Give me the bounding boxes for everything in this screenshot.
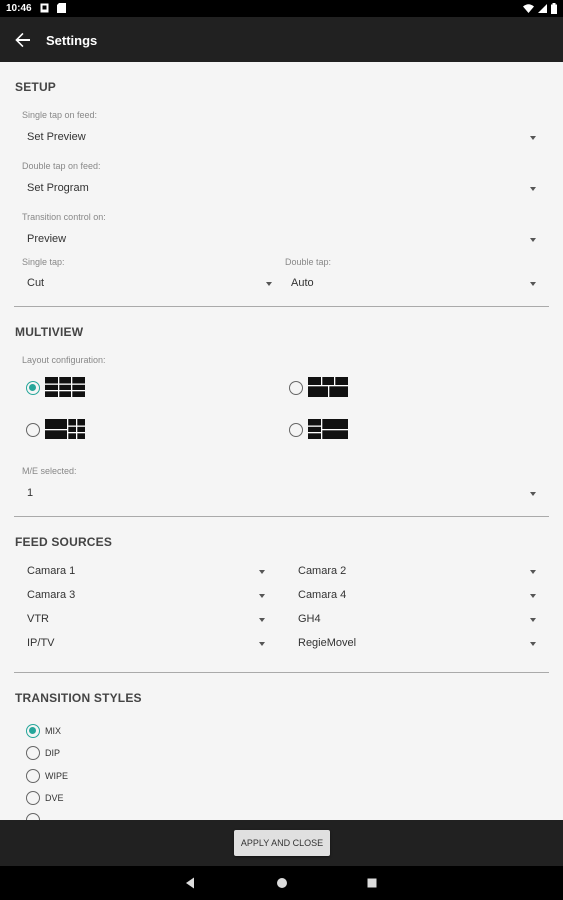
double-tap-label: Double tap on feed: (22, 161, 101, 171)
double-tap-dropdown[interactable]: Set Program (27, 179, 536, 199)
dropdown-arrow-icon (530, 187, 536, 191)
feed-source-4-dropdown[interactable]: Camara 4 (298, 586, 536, 606)
layout-configuration-label: Layout configuration: (22, 355, 106, 365)
status-bar: 10:46 (0, 0, 563, 17)
bottom-action-bar: APPLY AND CLOSE (0, 820, 563, 866)
transition-control-label: Transition control on: (22, 212, 106, 222)
transition-next-radio[interactable] (26, 813, 40, 820)
dropdown-arrow-icon (530, 618, 536, 622)
feed-source-3-dropdown[interactable]: Camara 3 (27, 586, 265, 606)
single-tap-dropdown[interactable]: Set Preview (27, 128, 536, 148)
nav-recents-icon[interactable] (365, 876, 379, 890)
dropdown-arrow-icon (530, 642, 536, 646)
layout-2-grid-icon (308, 377, 348, 397)
layout-4-grid-icon (308, 419, 348, 439)
double-tap-action-label: Double tap: (285, 257, 332, 267)
dropdown-arrow-icon (266, 282, 272, 286)
dropdown-arrow-icon (530, 594, 536, 598)
transition-wipe-label[interactable]: WIPE (45, 771, 68, 781)
dropdown-arrow-icon (530, 238, 536, 242)
section-title-feed-sources: FEED SOURCES (15, 535, 113, 549)
section-divider (14, 516, 549, 517)
single-tap-label: Single tap on feed: (22, 110, 98, 120)
dropdown-arrow-icon (259, 618, 265, 622)
feed-source-4-value: Camara 4 (298, 589, 347, 601)
feed-source-2-value: Camara 2 (298, 565, 347, 577)
notification-icon (40, 3, 49, 13)
layout-4-radio[interactable] (289, 423, 303, 437)
single-tap-action-label: Single tap: (22, 257, 65, 267)
feed-source-8-value: RegieMovel (298, 637, 357, 649)
transition-control-dropdown[interactable]: Preview (27, 230, 536, 250)
section-title-transition-styles: TRANSITION STYLES (15, 691, 142, 705)
settings-content[interactable]: SETUP Single tap on feed: Set Preview Do… (0, 62, 563, 820)
wifi-icon (523, 4, 534, 13)
feed-source-5-value: VTR (27, 613, 49, 625)
transition-wipe-radio[interactable] (26, 769, 40, 783)
single-tap-action-dropdown[interactable]: Cut (27, 274, 272, 294)
transition-mix-label[interactable]: MIX (45, 726, 61, 736)
signal-icon (538, 4, 547, 13)
dropdown-arrow-icon (259, 594, 265, 598)
sd-card-icon (57, 3, 66, 13)
section-divider (14, 672, 549, 673)
system-nav-bar (0, 866, 563, 900)
nav-home-icon[interactable] (275, 876, 289, 890)
feed-source-2-dropdown[interactable]: Camara 2 (298, 562, 536, 582)
layout-3-grid-icon (45, 419, 85, 439)
transition-control-value: Preview (27, 233, 67, 245)
feed-source-6-value: GH4 (298, 613, 321, 625)
layout-3-radio[interactable] (26, 423, 40, 437)
me-selected-value: 1 (27, 487, 34, 499)
feed-source-7-dropdown[interactable]: IP/TV (27, 634, 265, 654)
feed-source-1-dropdown[interactable]: Camara 1 (27, 562, 265, 582)
dropdown-arrow-icon (259, 642, 265, 646)
transition-dip-radio[interactable] (26, 746, 40, 760)
feed-source-5-dropdown[interactable]: VTR (27, 610, 265, 630)
feed-source-6-dropdown[interactable]: GH4 (298, 610, 536, 630)
single-tap-action-value: Cut (27, 277, 45, 289)
transition-dip-label[interactable]: DIP (45, 748, 60, 758)
dropdown-arrow-icon (530, 492, 536, 496)
layout-2-radio[interactable] (289, 381, 303, 395)
back-arrow-icon[interactable] (14, 31, 32, 49)
feed-source-7-value: IP/TV (27, 637, 55, 649)
feed-source-1-value: Camara 1 (27, 565, 76, 577)
dropdown-arrow-icon (530, 282, 536, 286)
transition-dve-label[interactable]: DVE (45, 793, 64, 803)
app-toolbar: Settings (0, 17, 563, 62)
transition-mix-radio[interactable] (26, 724, 40, 738)
section-title-multiview: MULTIVIEW (15, 325, 84, 339)
section-title-setup: SETUP (15, 80, 57, 94)
single-tap-value: Set Preview (27, 131, 86, 143)
dropdown-arrow-icon (259, 570, 265, 574)
layout-1-radio[interactable] (26, 381, 40, 395)
layout-1-grid-icon (45, 377, 85, 397)
apply-and-close-button[interactable]: APPLY AND CLOSE (234, 830, 330, 856)
page-title: Settings (46, 33, 98, 48)
nav-back-icon[interactable] (183, 876, 197, 890)
feed-source-8-dropdown[interactable]: RegieMovel (298, 634, 536, 654)
battery-icon (551, 3, 557, 14)
me-selected-dropdown[interactable]: 1 (27, 484, 536, 504)
double-tap-action-value: Auto (291, 277, 314, 289)
dropdown-arrow-icon (530, 136, 536, 140)
double-tap-value: Set Program (27, 182, 89, 194)
me-selected-label: M/E selected: (22, 466, 77, 476)
section-divider (14, 306, 549, 307)
transition-dve-radio[interactable] (26, 791, 40, 805)
dropdown-arrow-icon (530, 570, 536, 574)
double-tap-action-dropdown[interactable]: Auto (291, 274, 536, 294)
status-time: 10:46 (6, 3, 32, 14)
feed-source-3-value: Camara 3 (27, 589, 76, 601)
